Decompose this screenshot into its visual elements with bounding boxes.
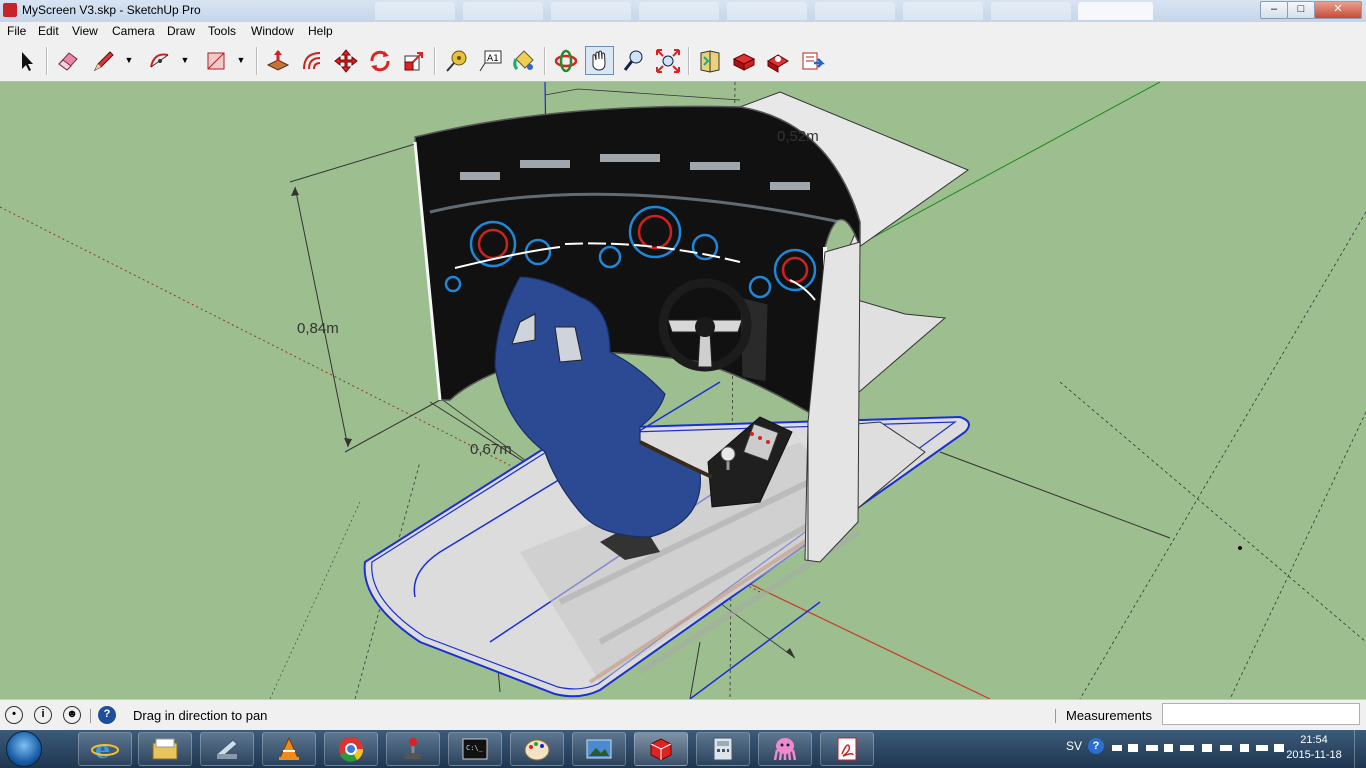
taskbar-photo-viewer[interactable] bbox=[572, 732, 626, 766]
svg-text:A1: A1 bbox=[487, 54, 499, 64]
command-prompt-icon: C:\_ bbox=[462, 738, 488, 760]
file-explorer-icon bbox=[152, 738, 178, 760]
taskbar-paint[interactable] bbox=[510, 732, 564, 766]
components-icon[interactable] bbox=[730, 47, 758, 75]
share-model-icon[interactable] bbox=[764, 47, 792, 75]
pencil-dropdown-chevron-down-icon[interactable]: ▼ bbox=[124, 53, 134, 67]
menu-tools[interactable]: Tools bbox=[208, 24, 236, 38]
system-clock[interactable]: 21:54 2015-11-18 bbox=[1284, 733, 1344, 763]
dimension-depth: 0,67m bbox=[470, 441, 512, 458]
taskbar-scanner[interactable] bbox=[200, 732, 254, 766]
taskbar-joystick[interactable] bbox=[386, 732, 440, 766]
geo-location-icon[interactable]: • bbox=[5, 706, 23, 724]
taskbar-command-prompt[interactable]: C:\_ bbox=[448, 732, 502, 766]
taskbar-file-explorer[interactable] bbox=[138, 732, 192, 766]
rotate-icon[interactable] bbox=[366, 47, 394, 75]
taskbar-chrome[interactable] bbox=[324, 732, 378, 766]
menu-window[interactable]: Window bbox=[251, 24, 294, 38]
pan-icon[interactable] bbox=[585, 46, 614, 75]
tape-measure-icon[interactable] bbox=[442, 47, 470, 75]
move-icon[interactable] bbox=[332, 47, 360, 75]
scale-icon[interactable] bbox=[400, 47, 428, 75]
tray-help-icon[interactable]: ? bbox=[1088, 738, 1104, 754]
tray-notification-icons[interactable] bbox=[1112, 742, 1292, 754]
measurements-label: Measurements bbox=[1066, 708, 1152, 723]
dimension-height: 0,84m bbox=[297, 320, 339, 337]
menu-camera[interactable]: Camera bbox=[112, 24, 155, 38]
zoom-extents-icon[interactable] bbox=[654, 47, 682, 75]
taskbar-internet-explorer[interactable]: e bbox=[78, 732, 132, 766]
taskbar-vlc[interactable] bbox=[262, 732, 316, 766]
pdf-icon bbox=[837, 737, 857, 761]
text-icon[interactable]: A1 bbox=[476, 47, 504, 75]
status-hint: Drag in direction to pan bbox=[133, 708, 268, 723]
start-button[interactable] bbox=[6, 731, 42, 767]
joystick-icon bbox=[405, 738, 421, 759]
windows-taskbar: e C:\_ SV ? 21:54 2015-11-18 bbox=[0, 730, 1366, 768]
show-desktop-button[interactable] bbox=[1354, 730, 1366, 768]
model-drawing bbox=[0, 82, 1366, 699]
close-button[interactable]: ✕ bbox=[1314, 1, 1362, 19]
calculator-icon bbox=[713, 737, 733, 761]
model-viewport[interactable]: 0,84m 0,67m 0,52m bbox=[0, 82, 1366, 699]
orbit-icon[interactable] bbox=[552, 47, 580, 75]
warehouse-icon[interactable] bbox=[696, 47, 724, 75]
clock-time: 21:54 bbox=[1300, 734, 1328, 746]
menu-file[interactable]: File bbox=[7, 24, 26, 38]
menu-help[interactable]: Help bbox=[308, 24, 333, 38]
svg-text:e: e bbox=[95, 736, 110, 762]
scanner-icon bbox=[216, 739, 238, 759]
menu-draw[interactable]: Draw bbox=[167, 24, 195, 38]
internet-explorer-icon: e bbox=[91, 736, 119, 762]
shape-dropdown-chevron-down-icon[interactable]: ▼ bbox=[236, 53, 246, 67]
svg-text:C:\_: C:\_ bbox=[466, 744, 484, 752]
taskbar-pdf-reader[interactable] bbox=[820, 732, 874, 766]
zoom-icon[interactable] bbox=[620, 47, 648, 75]
sketchup-app-icon[interactable] bbox=[3, 3, 17, 17]
menu-view[interactable]: View bbox=[72, 24, 98, 38]
octopus-icon bbox=[773, 738, 797, 761]
eraser-icon[interactable] bbox=[54, 47, 82, 75]
vlc-icon bbox=[279, 736, 299, 760]
menu-bar: File Edit View Camera Draw Tools Window … bbox=[0, 22, 1366, 41]
arc-icon[interactable] bbox=[146, 47, 174, 75]
taskbar-calculator[interactable] bbox=[696, 732, 750, 766]
photo-viewer-icon bbox=[586, 739, 612, 759]
tray-language[interactable]: SV bbox=[1066, 739, 1082, 753]
paint-icon bbox=[524, 739, 550, 761]
minimize-button[interactable]: – bbox=[1260, 1, 1288, 19]
maximize-button[interactable]: □ bbox=[1287, 1, 1315, 19]
rectangle-icon[interactable] bbox=[202, 47, 230, 75]
push-pull-icon[interactable] bbox=[264, 47, 292, 75]
menu-edit[interactable]: Edit bbox=[38, 24, 59, 38]
credits-info-icon[interactable]: i bbox=[34, 706, 52, 724]
pencil-icon[interactable] bbox=[90, 47, 118, 75]
help-icon[interactable]: ? bbox=[98, 706, 116, 724]
extension-icon[interactable] bbox=[798, 47, 826, 75]
select-icon[interactable] bbox=[12, 47, 40, 75]
active-browser-tab bbox=[1078, 2, 1153, 20]
paint-bucket-icon[interactable] bbox=[510, 47, 538, 75]
taskbar-octopus[interactable] bbox=[758, 732, 812, 766]
arc-dropdown-chevron-down-icon[interactable]: ▼ bbox=[180, 53, 190, 67]
chrome-icon bbox=[339, 737, 364, 762]
dimension-width: 0,52m bbox=[777, 128, 819, 145]
status-bar: • i ☻ ? Drag in direction to pan Measure… bbox=[0, 699, 1366, 731]
taskbar-sketchup[interactable] bbox=[634, 732, 688, 766]
clock-date: 2015-11-18 bbox=[1286, 749, 1342, 761]
window-title: MyScreen V3.skp - SketchUp Pro bbox=[22, 3, 201, 17]
sketchup-icon bbox=[650, 738, 672, 761]
background-browser-tabs bbox=[375, 2, 1075, 20]
user-account-icon[interactable]: ☻ bbox=[63, 706, 81, 724]
measurements-input[interactable] bbox=[1162, 703, 1360, 725]
main-toolbar: ▼ ▼ ▼ A1 bbox=[0, 41, 1366, 82]
offset-icon[interactable] bbox=[298, 47, 326, 75]
title-bar: MyScreen V3.skp - SketchUp Pro – □ ✕ bbox=[0, 0, 1366, 23]
